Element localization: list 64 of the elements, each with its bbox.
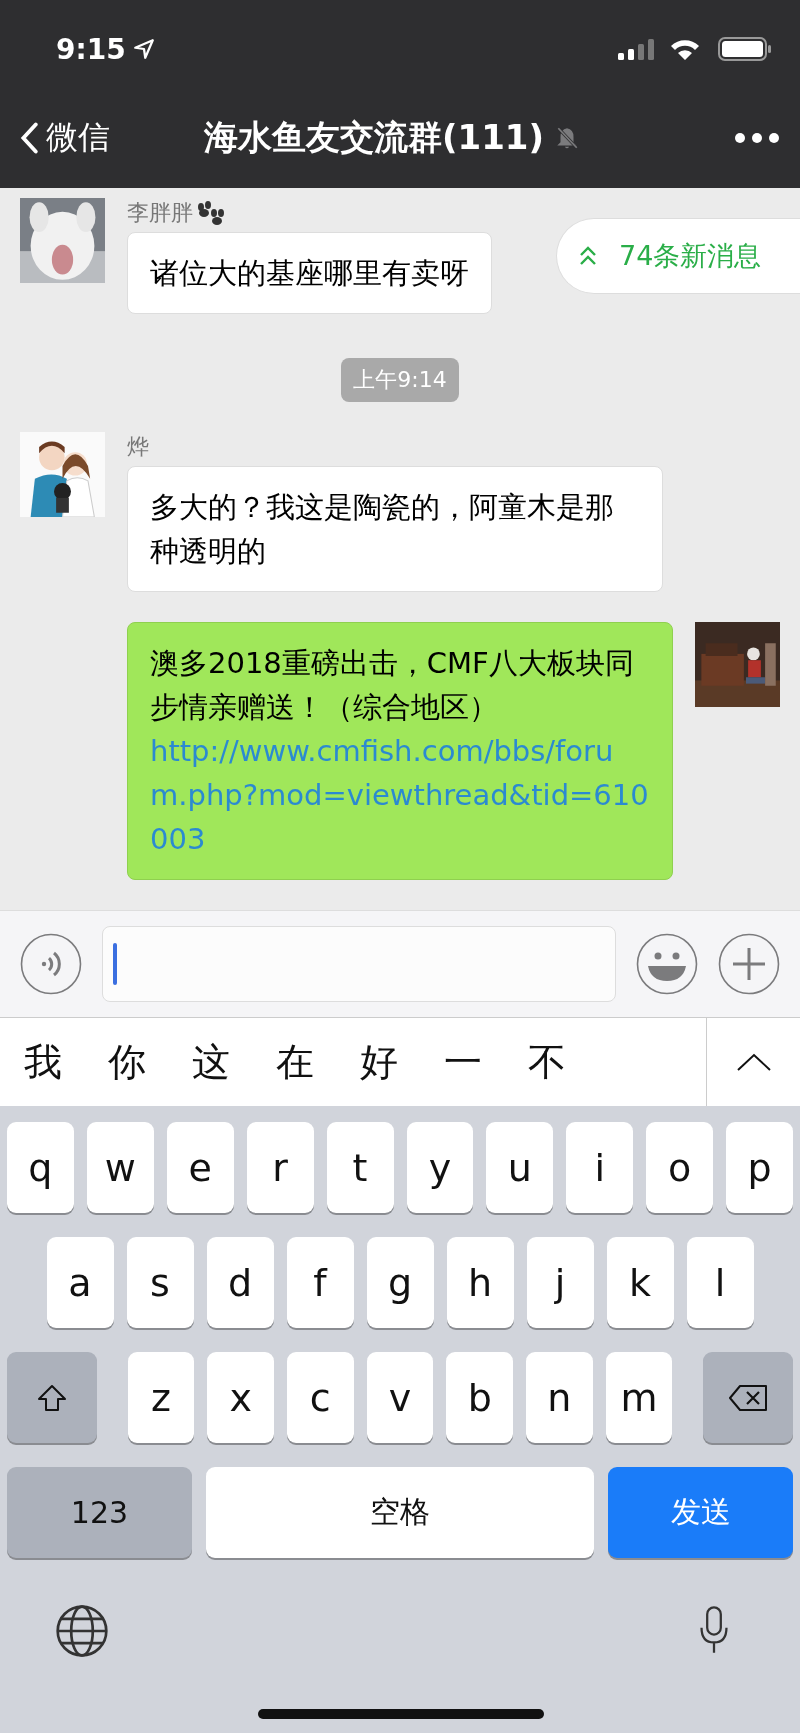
clock-time: 9:15 — [56, 32, 126, 66]
backspace-icon — [728, 1382, 769, 1413]
letter-key[interactable]: o — [646, 1122, 714, 1213]
candidate-word[interactable]: 一 — [444, 1036, 482, 1088]
new-messages-count: 74条新消息 — [619, 239, 762, 273]
letter-key[interactable]: g — [366, 1237, 434, 1328]
backspace-key[interactable] — [703, 1352, 793, 1443]
letter-key[interactable]: d — [206, 1237, 274, 1328]
letter-key[interactable]: i — [566, 1122, 634, 1213]
space-key[interactable]: 空格 — [206, 1467, 594, 1558]
letter-key[interactable]: p — [726, 1122, 794, 1213]
sender-name: 李胖胖 — [127, 199, 193, 227]
shift-key[interactable] — [7, 1352, 97, 1443]
candidate-word[interactable]: 不 — [528, 1036, 566, 1088]
plus-icon[interactable] — [718, 933, 780, 995]
letter-key[interactable]: v — [366, 1352, 434, 1443]
letter-key[interactable]: r — [246, 1122, 314, 1213]
letter-key[interactable]: z — [127, 1352, 195, 1443]
chat-title: 海水鱼友交流群(111) — [203, 116, 545, 159]
voice-icon[interactable] — [20, 933, 82, 995]
letter-key[interactable]: s — [126, 1237, 194, 1328]
candidate-word[interactable]: 在 — [276, 1036, 314, 1088]
letter-key[interactable]: w — [86, 1122, 154, 1213]
letter-key[interactable]: b — [446, 1352, 514, 1443]
wifi-icon — [670, 38, 700, 60]
back-chevron-icon — [20, 122, 38, 154]
message-bubble: 多大的？我这是陶瓷的，阿童木是那种透明的 — [127, 466, 663, 592]
letter-key[interactable]: m — [605, 1352, 673, 1443]
letter-key[interactable]: k — [606, 1237, 674, 1328]
paw-icon — [195, 201, 225, 225]
globe-icon[interactable] — [55, 1604, 109, 1658]
letter-key[interactable]: q — [6, 1122, 74, 1213]
message-bubble: 澳多2018重磅出击，CMF八大板块同步情亲赠送！（综合地区） http://www.cmfish.com/bbs/forum.php?mod=viewthread&tid=610003 — [127, 622, 673, 880]
letter-key[interactable]: u — [486, 1122, 554, 1213]
candidate-word[interactable]: 你 — [108, 1036, 146, 1088]
letter-key[interactable]: t — [326, 1122, 394, 1213]
candidate-word[interactable]: 这 — [192, 1036, 230, 1088]
sender-name: 烨 — [127, 433, 149, 461]
double-chevron-up-icon — [579, 246, 597, 266]
more-icon[interactable] — [734, 132, 780, 144]
letter-key[interactable]: c — [286, 1352, 354, 1443]
message-bubble: 诸位大的基座哪里有卖呀 — [127, 232, 492, 314]
emoji-icon[interactable] — [636, 933, 698, 995]
candidate-word[interactable]: 我 — [24, 1036, 62, 1088]
signal-icon — [618, 38, 654, 60]
letter-key[interactable]: x — [207, 1352, 274, 1443]
letter-key[interactable]: y — [406, 1122, 474, 1213]
send-key[interactable]: 发送 — [608, 1467, 793, 1558]
message-timestamp: 上午9:14 — [341, 358, 459, 402]
battery-icon — [718, 37, 772, 61]
numbers-key[interactable]: 123 — [7, 1467, 192, 1558]
letter-key[interactable]: e — [166, 1122, 234, 1213]
letter-key[interactable]: l — [686, 1237, 754, 1328]
letter-key[interactable]: h — [446, 1237, 514, 1328]
candidate-word[interactable]: 好 — [360, 1036, 398, 1088]
letter-key[interactable]: a — [46, 1237, 114, 1328]
message-input[interactable] — [102, 926, 616, 1002]
letter-key[interactable]: j — [526, 1237, 594, 1328]
letter-key[interactable]: n — [526, 1352, 593, 1443]
microphone-icon[interactable] — [697, 1604, 731, 1656]
location-arrow-icon — [133, 39, 154, 59]
letter-key[interactable]: f — [286, 1237, 354, 1328]
chevron-up-icon — [735, 1052, 772, 1072]
back-button[interactable]: 微信 — [20, 116, 110, 160]
